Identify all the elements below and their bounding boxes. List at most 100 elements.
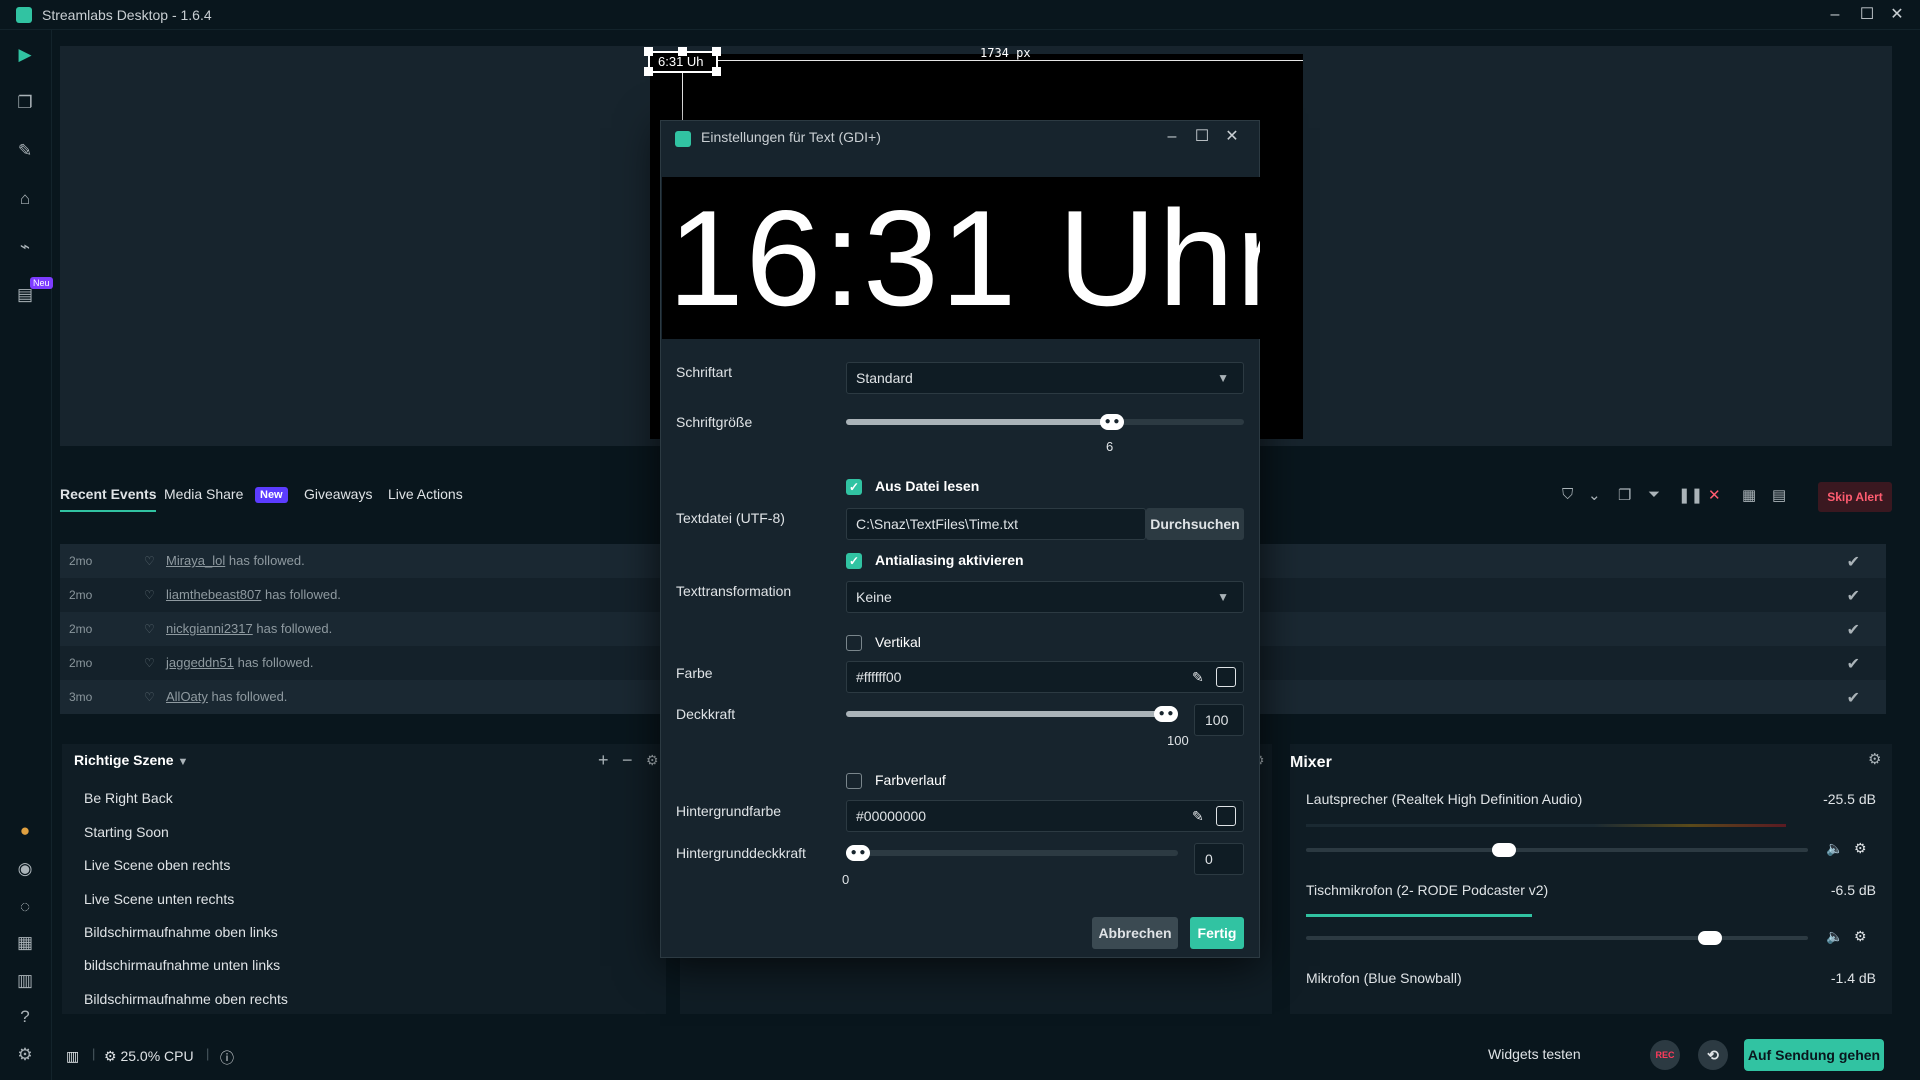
browse-button[interactable]: Durchsuchen [1146, 508, 1244, 540]
maximize-icon[interactable]: ☐ [1856, 4, 1878, 26]
record-button[interactable]: REC [1650, 1040, 1680, 1070]
volume-slider-knob[interactable] [1698, 931, 1722, 945]
event-user-link[interactable]: Miraya_lol [166, 553, 225, 568]
stats-icon[interactable]: ▥ [66, 1048, 79, 1065]
info-icon[interactable]: ⓘ [220, 1048, 234, 1068]
settings-icon[interactable]: ⚙ [14, 1044, 36, 1066]
pause-icon[interactable]: ❚❚ [1678, 486, 1703, 504]
tab-media-share[interactable]: Media Share [164, 486, 243, 502]
text-transform-select[interactable]: Keine ▼ [846, 581, 1244, 613]
library-icon[interactable]: ▥ [14, 970, 36, 992]
slider-knob[interactable]: ● ● [846, 845, 870, 861]
chat-icon[interactable]: ◌ [14, 896, 36, 918]
resize-handle[interactable] [644, 67, 653, 76]
skip-alert-button[interactable]: Skip Alert [1818, 482, 1892, 512]
tab-giveaways[interactable]: Giveaways [304, 486, 372, 502]
resize-handle[interactable] [678, 47, 687, 56]
speaker-icon[interactable]: 🔈 [1826, 840, 1843, 857]
event-user-link[interactable]: nickgianni2317 [166, 621, 253, 636]
resize-handle[interactable] [644, 47, 653, 56]
scene-item[interactable]: bildschirmaufnahme unten links [84, 957, 280, 973]
gradient-checkbox[interactable] [846, 773, 862, 789]
minimize-icon[interactable]: – [1824, 4, 1846, 26]
scene-item[interactable]: Live Scene oben rechts [84, 857, 230, 873]
speaker-icon[interactable]: 🔈 [1826, 928, 1843, 945]
font-size-slider[interactable]: ● ● [846, 414, 1244, 430]
eyedropper-icon[interactable]: ✎ [1192, 808, 1204, 825]
read-from-file-checkbox[interactable]: ✓ [846, 479, 862, 495]
editor-icon[interactable]: ✎ [14, 140, 36, 162]
alert-box-icon[interactable]: ● [14, 820, 36, 842]
tab-live-actions[interactable]: Live Actions [388, 486, 463, 502]
vertical-checkbox[interactable] [846, 635, 862, 651]
popout-icon[interactable]: ❐ [1618, 486, 1631, 504]
dashboard-icon[interactable]: ⌁ [14, 236, 36, 258]
apps-icon[interactable]: ▦ [14, 932, 36, 954]
status-bar: ▥ | ⚙ 25.0% CPU | ⓘ [52, 1036, 1920, 1080]
studio-icon[interactable]: ▶ [14, 44, 36, 66]
antialiasing-checkbox[interactable]: ✓ [846, 553, 862, 569]
mute-icon[interactable]: ✕ [1708, 486, 1721, 504]
color-input[interactable]: #ffffff00 ✎ [846, 661, 1244, 693]
help-icon[interactable]: ? [14, 1006, 36, 1028]
background-color-input[interactable]: #00000000 ✎ [846, 800, 1244, 832]
minimize-icon[interactable]: – [1161, 126, 1183, 148]
background-opacity-slider[interactable]: ● ● [846, 845, 1178, 861]
resize-handle[interactable] [712, 67, 721, 76]
scene-collection-title[interactable]: Richtige Szene ▼ [74, 752, 188, 768]
done-button[interactable]: Fertig [1190, 917, 1244, 949]
store-icon[interactable]: ⌂ [14, 188, 36, 210]
background-opacity-input[interactable]: 0 [1194, 843, 1244, 875]
check-icon[interactable]: ✔ [1847, 552, 1860, 572]
volume-slider[interactable] [1306, 931, 1808, 945]
scene-item[interactable]: Live Scene unten rechts [84, 891, 234, 907]
scene-item[interactable]: Starting Soon [84, 824, 169, 840]
event-user-link[interactable]: AllOaty [166, 689, 208, 704]
slider-knob[interactable]: ● ● [1100, 414, 1124, 430]
replay-buffer-icon[interactable]: ⟲ [1698, 1040, 1728, 1070]
follow-icon: ♡ [144, 554, 155, 568]
close-icon[interactable]: ✕ [1886, 4, 1908, 26]
color-swatch[interactable] [1216, 667, 1236, 687]
font-select[interactable]: Standard ▼ [846, 362, 1244, 394]
maximize-icon[interactable]: ☐ [1191, 126, 1213, 148]
remove-scene-icon[interactable]: − [622, 750, 633, 771]
event-user-link[interactable]: liamthebeast807 [166, 587, 261, 602]
streamlabels-icon[interactable]: ◉ [14, 858, 36, 880]
eyedropper-icon[interactable]: ✎ [1192, 669, 1204, 686]
volume-slider[interactable] [1306, 843, 1808, 857]
filter-icon[interactable]: ⏷ [1648, 486, 1660, 503]
event-user-link[interactable]: jaggeddn51 [166, 655, 234, 670]
volume-slider-knob[interactable] [1492, 843, 1516, 857]
themes-icon[interactable]: ❐ [14, 92, 36, 114]
go-live-button[interactable]: Auf Sendung gehen [1744, 1039, 1884, 1071]
chevron-down-icon[interactable]: ⌄ [1588, 486, 1601, 504]
scene-item[interactable]: Bildschirmaufnahme oben rechts [84, 991, 288, 1007]
scene-item[interactable]: Be Right Back [84, 790, 173, 806]
channel-settings-icon[interactable]: ⚙ [1854, 840, 1867, 857]
check-icon[interactable]: ✔ [1847, 688, 1860, 708]
scene-item[interactable]: Bildschirmaufnahme oben links [84, 924, 278, 940]
resize-handle[interactable] [712, 47, 721, 56]
channel-settings-icon[interactable]: ⚙ [1854, 928, 1867, 945]
check-icon[interactable]: ✔ [1847, 620, 1860, 640]
list-view-icon[interactable]: ▤ [1772, 486, 1786, 504]
tab-recent-events[interactable]: Recent Events [60, 486, 157, 512]
cancel-button[interactable]: Abbrechen [1092, 917, 1178, 949]
add-scene-icon[interactable]: + [598, 750, 609, 771]
close-icon[interactable]: ✕ [1221, 126, 1243, 148]
scene-settings-icon[interactable]: ⚙ [646, 752, 659, 769]
grid-view-icon[interactable]: ▦ [1742, 486, 1756, 504]
opacity-slider[interactable]: ● ● [846, 706, 1178, 722]
shield-icon[interactable]: ⛉ [1562, 486, 1573, 503]
opacity-label: Deckkraft [676, 706, 736, 722]
textfile-input[interactable]: C:\Snaz\TextFiles\Time.txt [846, 508, 1146, 540]
app-logo-icon [675, 131, 691, 147]
opacity-input[interactable]: 100 [1194, 704, 1244, 736]
check-icon[interactable]: ✔ [1847, 654, 1860, 674]
slider-knob[interactable]: ● ● [1154, 706, 1178, 722]
check-icon[interactable]: ✔ [1847, 586, 1860, 606]
mixer-settings-icon[interactable]: ⚙ [1868, 750, 1881, 768]
color-swatch[interactable] [1216, 806, 1236, 826]
test-widgets-button[interactable]: Widgets testen [1488, 1046, 1581, 1062]
